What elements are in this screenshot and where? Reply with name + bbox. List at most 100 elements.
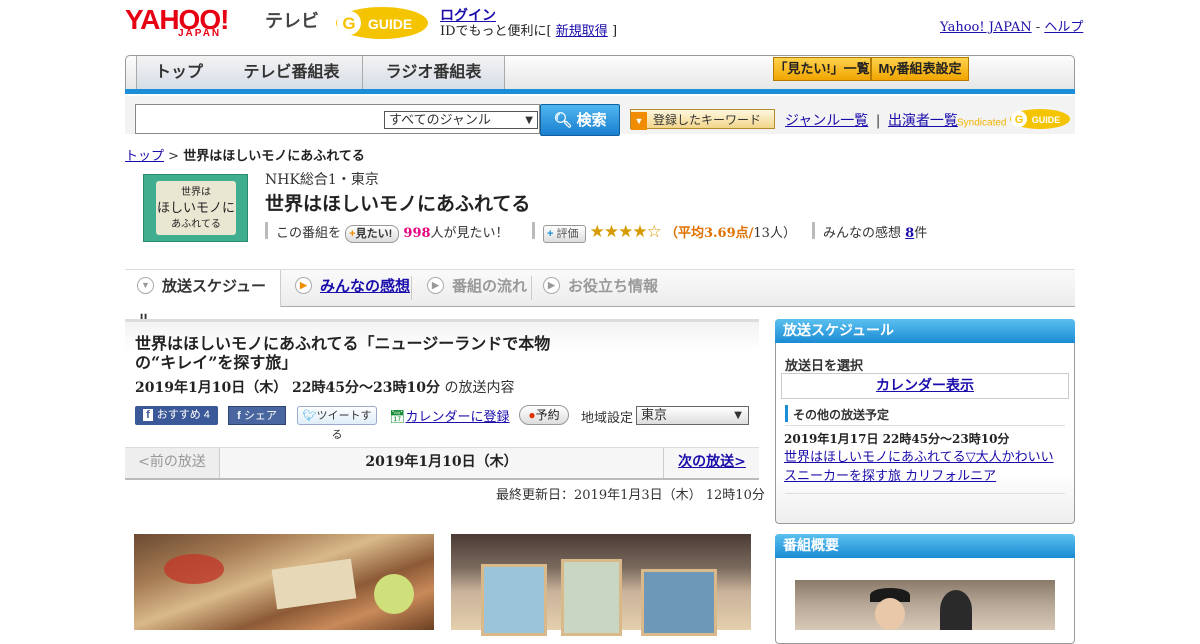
dropdown-triangle-icon: ▼ xyxy=(631,112,647,130)
recommend-label: おすすめ xyxy=(156,409,201,421)
link-divider: | xyxy=(875,113,881,129)
breadcrumb-top-link[interactable]: トップ xyxy=(125,149,164,164)
search-links: ジャンル一覧 | 出演者一覧 xyxy=(785,110,958,130)
performer-list-link[interactable]: 出演者一覧 xyxy=(888,113,958,129)
reserve-label: 予約 xyxy=(535,408,560,422)
opinion-suffix: 件 xyxy=(914,226,928,241)
sidebar-summary-header: 番組概要 xyxy=(775,534,1075,558)
search-icon: 🔍︎ xyxy=(553,112,573,129)
thumb-text-2: ほしいモノに xyxy=(156,201,235,216)
photo-wrap-green xyxy=(561,559,622,636)
region-select-value: 東京 xyxy=(641,408,668,423)
rate-button[interactable]: + 評価 xyxy=(543,225,586,243)
tab-flow-label: 番組の流れ xyxy=(452,278,528,295)
breadcrumb-sep: > xyxy=(168,149,180,164)
registered-keyword-label: 登録したキーワード xyxy=(653,113,762,127)
next-broadcast[interactable]: 次の放送> xyxy=(663,448,760,478)
header-links: Yahoo! JAPAN - ヘルプ xyxy=(940,16,1083,35)
registered-keyword-button[interactable]: ▼ 登録したキーワード xyxy=(630,109,775,130)
syndicated-text: Syndicated xyxy=(957,117,1007,129)
region-label: 地域設定 xyxy=(581,411,634,426)
program-thumbnail-logo: 世界は ほしいモノに あふれてる xyxy=(156,181,236,235)
episode-date-suffix: の放送内容 xyxy=(444,380,515,396)
rate-button-label: 評価 xyxy=(556,228,579,240)
tweet-button[interactable]: 🐦︎ツイートする xyxy=(297,406,377,441)
header-dash: - xyxy=(1035,20,1041,35)
tab-divider xyxy=(531,276,532,300)
calendar-register-link: カレンダーに登録 xyxy=(405,410,510,425)
facebook-share-button[interactable]: f シェア xyxy=(228,406,286,425)
rating-average: （平均3.69点/ xyxy=(664,226,754,241)
rating-count: 13人） xyxy=(753,226,796,241)
separator xyxy=(265,222,268,239)
tab-opinions[interactable]: ▶ みんなの感想 xyxy=(295,270,410,306)
tab-flow[interactable]: ▶ 番組の流れ xyxy=(427,270,527,306)
nav-tab-radio-schedule[interactable]: ラジオ番組表 xyxy=(363,56,505,90)
tab-opinions-label: みんなの感想 xyxy=(320,278,411,295)
facebook-icon: f xyxy=(143,409,153,421)
twitter-bird-icon: 🐦︎ xyxy=(302,410,317,422)
opinion-count-link[interactable]: 8 xyxy=(905,226,914,241)
divider xyxy=(785,493,1065,494)
recommend-count: 4 xyxy=(203,409,210,421)
yahoo-japan-sub-logo: JAPAN xyxy=(178,28,222,39)
calendar-add-icon: 📅︎ xyxy=(389,410,406,425)
genre-list-link[interactable]: ジャンル一覧 xyxy=(785,113,868,129)
rating-row: + 評価 ★★★★☆ （平均3.69点/13人） xyxy=(543,222,796,243)
mitai-suffix: 人が見たい！ xyxy=(430,226,509,241)
facebook-recommend-button[interactable]: f おすすめ 4 xyxy=(135,406,218,425)
opinion-label: みんなの感想 xyxy=(823,226,902,241)
prev-broadcast[interactable]: <前の放送 xyxy=(125,448,220,478)
syndicated-label: Syndicated G GUIDE xyxy=(957,109,1071,134)
photo-fruit xyxy=(164,554,224,584)
reserve-button[interactable]: ●予約 xyxy=(519,405,569,425)
region-select[interactable]: 東京 ▼ xyxy=(636,406,749,425)
calendar-show-button[interactable]: カレンダー表示 xyxy=(781,373,1069,399)
next-broadcast-link: 次の放送> xyxy=(678,454,746,470)
dropdown-arrow-icon: ▼ xyxy=(734,410,742,421)
episode-title: 世界はほしいモノにあふれてる「ニュージーランドで本物の“キレイ”を探す旅」 xyxy=(135,334,551,372)
program-tabs: ▼放送スケジュール ▶ みんなの感想 ▶ 番組の流れ ▶ お役立ち情報 xyxy=(125,270,1075,329)
date-navigation: <前の放送 2019年1月10日（木） 次の放送> xyxy=(125,447,759,480)
share-label: シェア xyxy=(243,410,277,422)
my-schedule-button[interactable]: My番組表設定 xyxy=(871,57,969,81)
mitai-button-label: 見たい! xyxy=(355,228,393,240)
genre-select[interactable]: すべてのジャンル ▼ xyxy=(384,111,538,129)
last-updated: 最終更新日：2019年1月3日（木） 12時10分 xyxy=(496,488,765,503)
gguide-small-logo: G GUIDE xyxy=(1010,109,1071,129)
right-arrow-icon: ▶ xyxy=(427,276,444,294)
calendar-show-link: カレンダー表示 xyxy=(876,378,974,394)
tab-schedule[interactable]: ▼放送スケジュール xyxy=(125,270,281,329)
photo-face xyxy=(875,598,905,630)
episode-date-value: 2019年1月10日（木） 22時45分～23時10分 xyxy=(135,380,440,396)
sidebar-schedule-header: 放送スケジュール xyxy=(775,319,1075,343)
signup-link[interactable]: 新規取得 xyxy=(556,24,608,39)
nav-accent-bar xyxy=(125,89,1075,94)
tv-label[interactable]: テレビ xyxy=(265,7,319,33)
search-button[interactable]: 🔍︎ 検索 xyxy=(540,104,620,136)
tab-divider xyxy=(411,276,412,300)
other-schedule-item[interactable]: 世界はほしいモノにあふれてる▽大人かわいいスニーカーを探す旅 カリフォルニア xyxy=(784,448,1064,486)
program-title: 世界はほしいモノにあふれてる xyxy=(265,193,531,215)
thumb-text-1: 世界は xyxy=(181,187,211,198)
down-arrow-icon: ▼ xyxy=(137,276,154,294)
login-note: IDでもっと便利に[ 新規取得 ] xyxy=(440,20,617,39)
rating-stars: ★★★★☆ xyxy=(589,222,662,242)
tab-useful-info[interactable]: ▶ お役立ち情報 xyxy=(543,270,658,306)
nav-tab-top[interactable]: トップ xyxy=(136,56,222,90)
help-link[interactable]: ヘルプ xyxy=(1044,20,1083,35)
mitai-list-button[interactable]: 「見たい!」一覧 xyxy=(773,57,871,81)
mitai-count: 998 xyxy=(403,226,431,241)
select-date-label: 放送日を選択 xyxy=(785,359,864,374)
other-schedule-title-link: 世界はほしいモノにあふれてる▽大人かわいいスニーカーを探す旅 カリフォルニア xyxy=(784,450,1054,484)
gguide-logo[interactable]: G GUIDE xyxy=(335,6,430,40)
mitai-prefix: この番組を xyxy=(276,226,342,241)
nav-tab-tv-schedule[interactable]: テレビ番組表 xyxy=(221,56,363,90)
calendar-register[interactable]: 📅︎カレンダーに登録 xyxy=(389,406,510,425)
current-broadcast-date: 2019年1月10日（木） xyxy=(365,454,518,470)
yahoo-japan-link[interactable]: Yahoo! JAPAN xyxy=(940,20,1032,35)
mitai-button[interactable]: +見たい! xyxy=(345,225,400,243)
svg-text:G: G xyxy=(342,14,355,33)
other-schedule-header: その他の放送予定 xyxy=(793,408,890,422)
episode-date: 2019年1月10日（木） 22時45分～23時10分 の放送内容 xyxy=(135,377,514,397)
